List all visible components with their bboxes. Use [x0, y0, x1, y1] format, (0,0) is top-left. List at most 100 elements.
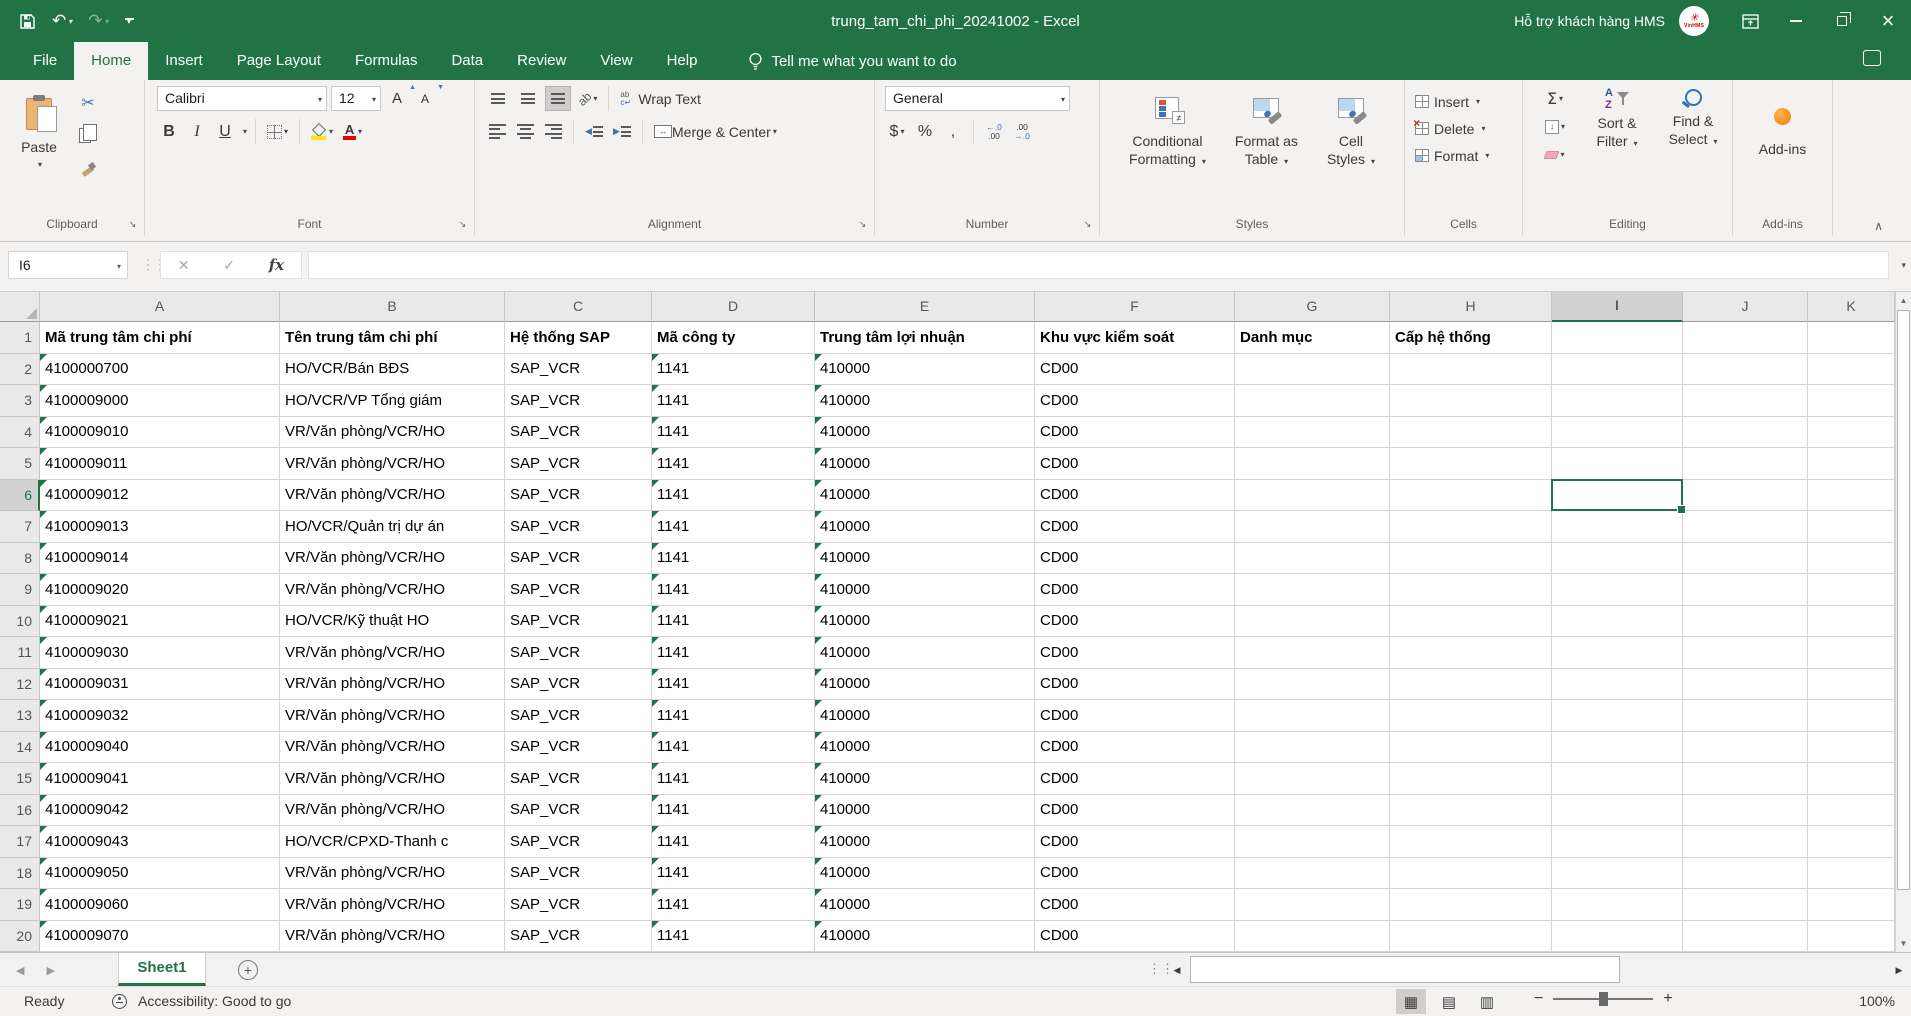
row-header-17[interactable]: 17 [0, 826, 40, 858]
vertical-scrollbar[interactable]: ▲ ▼ [1895, 292, 1911, 952]
cell-A19[interactable]: 4100009060 [40, 889, 280, 921]
enter-button[interactable]: ✓ [223, 257, 235, 274]
cell-G7[interactable] [1235, 511, 1390, 543]
cell-D14[interactable]: 1141 [652, 732, 815, 764]
cell-F8[interactable]: CD00 [1035, 543, 1235, 575]
expand-formula-bar-button[interactable]: ▾ [1901, 260, 1906, 271]
cell-E7[interactable]: 410000 [815, 511, 1035, 543]
number-format-combo[interactable]: General▾ [885, 86, 1070, 111]
cell-B12[interactable]: VR/Văn phòng/VCR/HO [280, 669, 505, 701]
cell-E8[interactable]: 410000 [815, 543, 1035, 575]
cell-G13[interactable] [1235, 700, 1390, 732]
cell-K1[interactable] [1808, 322, 1895, 354]
row-header-19[interactable]: 19 [0, 889, 40, 921]
cell-F7[interactable]: CD00 [1035, 511, 1235, 543]
cell-E4[interactable]: 410000 [815, 417, 1035, 449]
cell-J17[interactable] [1683, 826, 1808, 858]
cell-F13[interactable]: CD00 [1035, 700, 1235, 732]
cell-D19[interactable]: 1141 [652, 889, 815, 921]
cell-B16[interactable]: VR/Văn phòng/VCR/HO [280, 795, 505, 827]
cell-A18[interactable]: 4100009050 [40, 858, 280, 890]
cell-F16[interactable]: CD00 [1035, 795, 1235, 827]
cell-B15[interactable]: VR/Văn phòng/VCR/HO [280, 763, 505, 795]
save-button[interactable] [14, 6, 41, 36]
row-header-4[interactable]: 4 [0, 417, 40, 449]
cell-C11[interactable]: SAP_VCR [505, 637, 652, 669]
cell-G18[interactable] [1235, 858, 1390, 890]
cell-C8[interactable]: SAP_VCR [505, 543, 652, 575]
cell-J6[interactable] [1683, 480, 1808, 512]
cell-J11[interactable] [1683, 637, 1808, 669]
fill-color-button[interactable]: ▾ [308, 119, 336, 144]
cell-J19[interactable] [1683, 889, 1808, 921]
tab-data[interactable]: Data [434, 42, 500, 80]
cell-F18[interactable]: CD00 [1035, 858, 1235, 890]
decrease-decimal-button[interactable]: .00→.0 [1010, 119, 1034, 144]
cell-B18[interactable]: VR/Văn phòng/VCR/HO [280, 858, 505, 890]
cell-B10[interactable]: HO/VCR/Kỹ thuật HO [280, 606, 505, 638]
cell-C18[interactable]: SAP_VCR [505, 858, 652, 890]
select-all-corner[interactable] [0, 292, 40, 322]
cell-E20[interactable]: 410000 [815, 921, 1035, 953]
cell-B14[interactable]: VR/Văn phòng/VCR/HO [280, 732, 505, 764]
column-header-I[interactable]: I [1552, 292, 1683, 322]
cell-F9[interactable]: CD00 [1035, 574, 1235, 606]
cell-I3[interactable] [1552, 385, 1683, 417]
cell-A3[interactable]: 4100009000 [40, 385, 280, 417]
tab-help[interactable]: Help [650, 42, 715, 80]
cell-F2[interactable]: CD00 [1035, 354, 1235, 386]
autosum-button[interactable]: Σ▾ [1531, 86, 1579, 111]
cell-C19[interactable]: SAP_VCR [505, 889, 652, 921]
cell-G4[interactable] [1235, 417, 1390, 449]
cell-E11[interactable]: 410000 [815, 637, 1035, 669]
cell-J15[interactable] [1683, 763, 1808, 795]
column-header-K[interactable]: K [1808, 292, 1895, 322]
cell-H2[interactable] [1390, 354, 1552, 386]
cell-K6[interactable] [1808, 480, 1895, 512]
cell-C12[interactable]: SAP_VCR [505, 669, 652, 701]
cell-F1[interactable]: Khu vực kiểm soát [1035, 322, 1235, 354]
horizontal-scroll-thumb[interactable] [1190, 956, 1620, 983]
cell-K9[interactable] [1808, 574, 1895, 606]
tab-formulas[interactable]: Formulas [338, 42, 435, 80]
cell-A11[interactable]: 4100009030 [40, 637, 280, 669]
zoom-slider-thumb[interactable] [1599, 992, 1608, 1006]
cell-D12[interactable]: 1141 [652, 669, 815, 701]
cell-F12[interactable]: CD00 [1035, 669, 1235, 701]
sheet-tab-sheet1[interactable]: Sheet1 [118, 953, 206, 986]
zoom-in-button[interactable]: + [1663, 990, 1672, 1008]
cell-K14[interactable] [1808, 732, 1895, 764]
row-header-6[interactable]: 6 [0, 480, 40, 512]
cell-K2[interactable] [1808, 354, 1895, 386]
zoom-slider[interactable] [1553, 998, 1653, 1000]
close-button[interactable]: × [1865, 0, 1911, 42]
page-layout-view-button[interactable]: ▤ [1434, 989, 1464, 1014]
column-header-J[interactable]: J [1683, 292, 1808, 322]
decrease-indent-button[interactable]: ◀ [582, 119, 606, 144]
cell-C9[interactable]: SAP_VCR [505, 574, 652, 606]
font-color-button[interactable]: A▾ [340, 119, 365, 144]
cell-C17[interactable]: SAP_VCR [505, 826, 652, 858]
cell-G14[interactable] [1235, 732, 1390, 764]
cell-K17[interactable] [1808, 826, 1895, 858]
cell-B20[interactable]: VR/Văn phòng/VCR/HO [280, 921, 505, 953]
top-align-button[interactable] [485, 86, 511, 111]
cell-C4[interactable]: SAP_VCR [505, 417, 652, 449]
align-center-button[interactable] [513, 119, 537, 144]
cell-E3[interactable]: 410000 [815, 385, 1035, 417]
cell-H15[interactable] [1390, 763, 1552, 795]
column-header-D[interactable]: D [652, 292, 815, 322]
cell-I9[interactable] [1552, 574, 1683, 606]
cell-J7[interactable] [1683, 511, 1808, 543]
format-as-table-button[interactable]: Format as Table ▾ [1235, 80, 1298, 198]
scroll-down-icon[interactable]: ▼ [1896, 935, 1911, 952]
ribbon-display-options-button[interactable] [1727, 0, 1773, 42]
cell-K15[interactable] [1808, 763, 1895, 795]
cell-D18[interactable]: 1141 [652, 858, 815, 890]
cell-G9[interactable] [1235, 574, 1390, 606]
insert-function-button[interactable]: fx [269, 256, 284, 274]
clipboard-dialog-launcher[interactable] [126, 217, 139, 230]
cell-B5[interactable]: VR/Văn phòng/VCR/HO [280, 448, 505, 480]
cell-K4[interactable] [1808, 417, 1895, 449]
cell-A15[interactable]: 4100009041 [40, 763, 280, 795]
